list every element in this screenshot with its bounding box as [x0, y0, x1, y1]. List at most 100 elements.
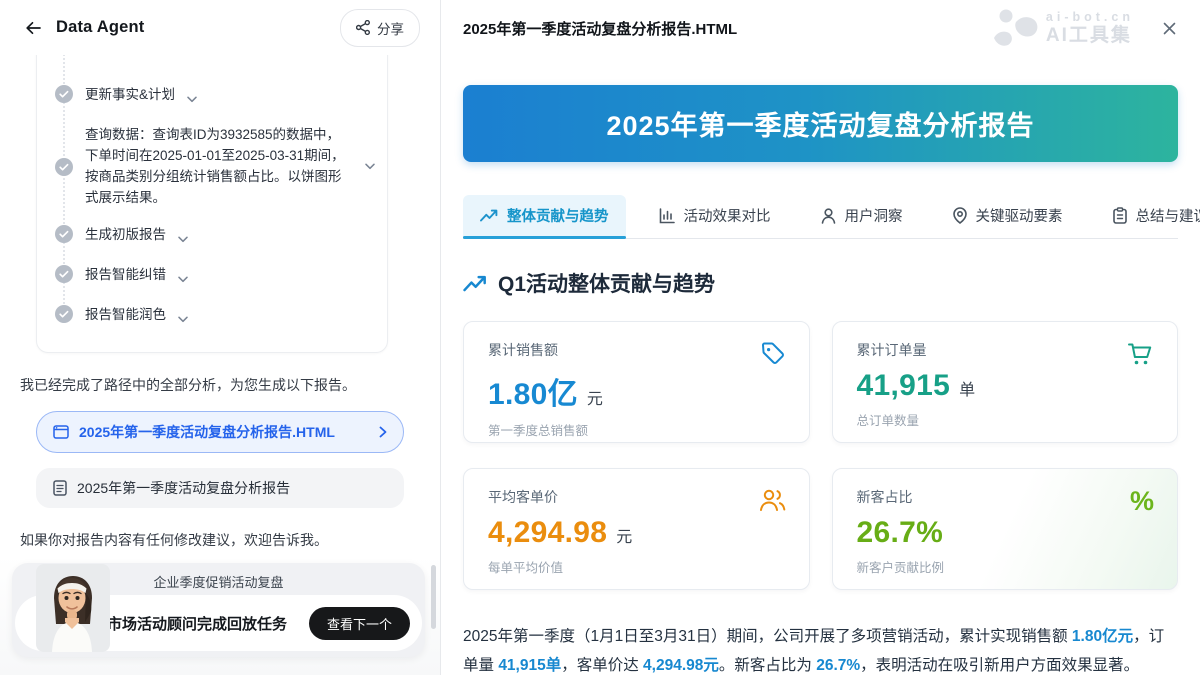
tab-overall-contribution-trend[interactable]: 整体贡献与趋势 — [463, 195, 626, 238]
report-body: 2025年第一季度活动复盘分析报告 整体贡献与趋势 活动效果对比 用户洞察 — [441, 56, 1200, 675]
metric-label: 平均客单价 — [488, 487, 785, 507]
report-link-label: 2025年第一季度活动复盘分析报告.HTML — [79, 422, 369, 442]
tag-icon — [760, 341, 786, 372]
check-circle-icon — [55, 85, 73, 103]
metric-unit: 元 — [587, 385, 603, 409]
summary-highlight-new-ratio: 26.7% — [816, 657, 860, 674]
tab-key-drivers[interactable]: 关键驱动要素 — [936, 195, 1080, 238]
summary-text: 2025年第一季度（1月1日至3月31日）期间，公司开展了多项营销活动，累计实现… — [463, 628, 1072, 645]
step-smart-proofread[interactable]: 报告智能纠错 — [55, 256, 375, 296]
close-button[interactable] — [1158, 17, 1180, 39]
check-circle-icon — [55, 305, 73, 323]
percent-icon: % — [1130, 488, 1154, 515]
task-card: 企业季度促销活动复盘 市场活动顾问完成回放任务 查看下一个 — [12, 563, 425, 657]
watermark-domain: ai-bot.cn — [1046, 11, 1134, 24]
report-banner: 2025年第一季度活动复盘分析报告 — [463, 85, 1178, 162]
trend-icon — [480, 209, 498, 222]
arrow-left-icon — [25, 20, 42, 36]
metric-desc: 新客户贡献比例 — [857, 557, 1154, 576]
app-root: Data Agent 分享 更新事实&计划 查询数据：查询表ID为3932585… — [0, 0, 1200, 675]
summary-highlight-orders: 41,915单 — [498, 657, 561, 674]
report-link-doc[interactable]: 2025年第一季度活动复盘分析报告 — [36, 468, 404, 508]
step-smart-polish[interactable]: 报告智能润色 — [55, 296, 375, 336]
step-label: 查询数据：查询表ID为3932585的数据中，下单时间在2025-01-01至2… — [85, 124, 353, 208]
metric-card-total-orders: 累计订单量 41,915 单 总订单数量 — [832, 321, 1179, 443]
step-generate-draft-report[interactable]: 生成初版报告 — [55, 216, 375, 256]
trend-icon — [463, 275, 487, 292]
summary-text: 。新客占比为 — [719, 657, 816, 674]
users-icon — [759, 488, 786, 518]
task-status-text: 市场活动顾问完成回放任务 — [107, 613, 287, 634]
metric-card-avg-order-value: 平均客单价 4,294.98 元 每单平均价值 — [463, 468, 810, 590]
metric-value: 41,915 — [857, 369, 951, 403]
watermark-name: AI工具集 — [1046, 26, 1134, 45]
step-update-facts-plan[interactable]: 更新事实&计划 — [55, 76, 375, 116]
summary-text: ，客单价达 — [561, 657, 643, 674]
ai-bot-logo-icon — [992, 8, 1038, 48]
report-panel: 2025年第一季度活动复盘分析报告.HTML ai-bot.cn AI工具集 2… — [440, 0, 1200, 675]
report-link-html[interactable]: 2025年第一季度活动复盘分析报告.HTML — [36, 411, 404, 453]
chevron-down-icon — [187, 90, 197, 108]
report-link-label: 2025年第一季度活动复盘分析报告 — [77, 478, 387, 498]
app-title: Data Agent — [56, 18, 144, 37]
analysis-steps-card: 更新事实&计划 查询数据：查询表ID为3932585的数据中，下单时间在2025… — [36, 55, 388, 353]
section-title-text: Q1活动整体贡献与趋势 — [498, 268, 715, 298]
chat-header: Data Agent 分享 — [0, 0, 440, 55]
check-circle-icon — [55, 158, 73, 176]
metric-desc: 每单平均价值 — [488, 557, 785, 576]
chevron-down-icon — [178, 230, 188, 248]
back-button[interactable] — [20, 15, 46, 41]
metric-desc: 第一季度总销售额 — [488, 420, 785, 439]
summary-paragraph: 2025年第一季度（1月1日至3月31日）期间，公司开展了多项营销活动，累计实现… — [463, 623, 1178, 675]
tab-label: 整体贡献与趋势 — [507, 205, 609, 226]
map-pin-icon — [953, 207, 967, 224]
chat-panel: Data Agent 分享 更新事实&计划 查询数据：查询表ID为3932585… — [0, 0, 440, 675]
step-label: 更新事实&计划 — [85, 84, 175, 105]
view-next-button[interactable]: 查看下一个 — [309, 607, 410, 640]
section-title: Q1活动整体贡献与趋势 — [463, 268, 1178, 298]
check-circle-icon — [55, 265, 73, 283]
summary-text: ，表明活动在吸引新用户方面效果显著。 — [860, 657, 1139, 674]
tab-label: 关键驱动要素 — [976, 205, 1063, 226]
metric-unit: 单 — [959, 376, 975, 400]
share-button[interactable]: 分享 — [340, 9, 420, 47]
percent-glyph: % — [1130, 486, 1154, 516]
close-icon — [1163, 22, 1176, 35]
assistant-message-feedback: 如果你对报告内容有任何修改建议，欢迎告诉我。 — [20, 530, 420, 551]
report-banner-title: 2025年第一季度活动复盘分析报告 — [606, 104, 1034, 143]
chevron-right-icon — [379, 426, 387, 438]
tab-user-insights[interactable]: 用户洞察 — [804, 195, 920, 238]
metric-label: 累计销售额 — [488, 340, 785, 360]
tab-summary-suggestions[interactable]: 总结与建议 — [1096, 195, 1200, 238]
bar-chart-icon — [659, 208, 675, 224]
metric-card-new-customer-ratio: 新客占比 26.7% 新客户贡献比例 % — [832, 468, 1179, 590]
summary-highlight-aov: 4,294.98元 — [643, 657, 719, 674]
cart-icon — [1127, 341, 1154, 372]
chevron-down-icon — [365, 157, 375, 175]
metric-value: 26.7% — [857, 516, 944, 550]
tab-label: 用户洞察 — [845, 205, 903, 226]
summary-highlight-sales: 1.80亿元 — [1072, 628, 1133, 645]
metric-card-total-sales: 累计销售额 1.80亿 元 第一季度总销售额 — [463, 321, 810, 443]
user-icon — [821, 208, 836, 224]
advisor-avatar — [36, 564, 110, 652]
step-label: 生成初版报告 — [85, 224, 166, 245]
metric-label: 新客占比 — [857, 487, 1154, 507]
metric-unit: 元 — [616, 523, 632, 547]
tab-label: 总结与建议 — [1136, 205, 1200, 226]
tab-label: 活动效果对比 — [684, 205, 771, 226]
report-tabs: 整体贡献与趋势 活动效果对比 用户洞察 关键驱动要素 总结与建议 — [463, 195, 1178, 239]
metric-value: 1.80亿 — [488, 369, 578, 413]
metric-label: 累计订单量 — [857, 340, 1154, 360]
share-icon — [356, 20, 370, 35]
metric-value: 4,294.98 — [488, 516, 607, 550]
report-header: 2025年第一季度活动复盘分析报告.HTML ai-bot.cn AI工具集 — [441, 0, 1200, 56]
clipboard-icon — [1113, 207, 1127, 224]
chevron-down-icon — [178, 310, 188, 328]
metric-desc: 总订单数量 — [857, 410, 1154, 429]
tab-activity-comparison[interactable]: 活动效果对比 — [642, 195, 788, 238]
chevron-down-icon — [178, 270, 188, 288]
step-query-data[interactable]: 查询数据：查询表ID为3932585的数据中，下单时间在2025-01-01至2… — [55, 116, 375, 216]
browser-icon — [53, 425, 69, 439]
scrollbar-thumb[interactable] — [431, 565, 436, 629]
